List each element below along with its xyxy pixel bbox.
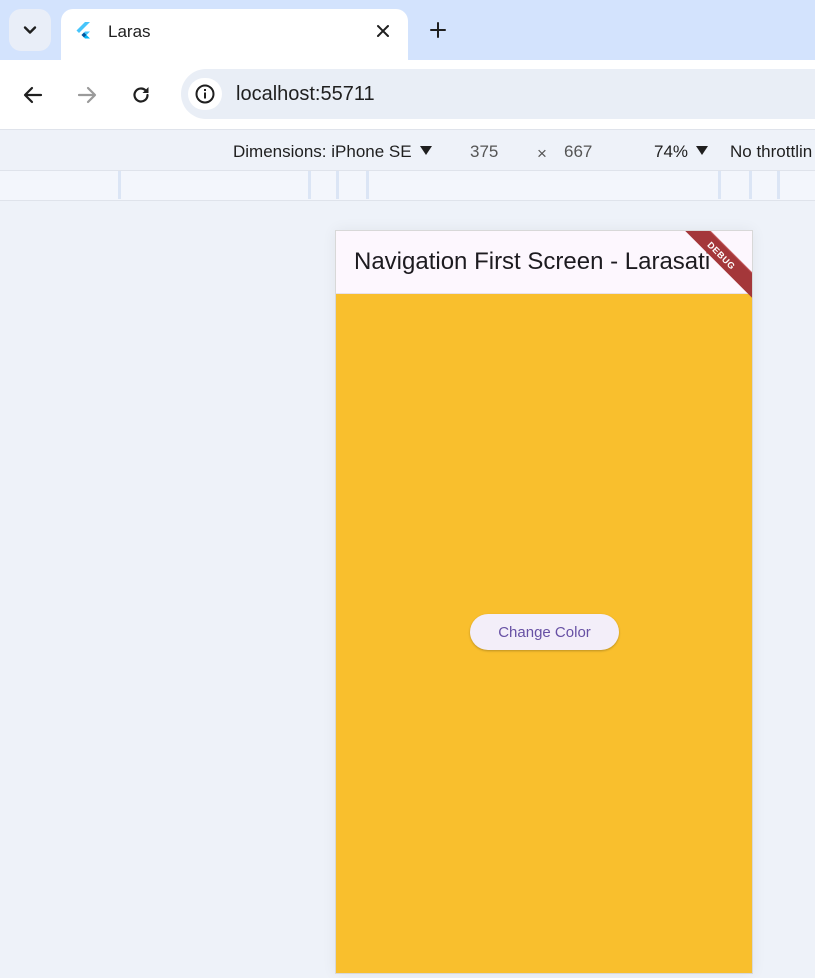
times-symbol: ×	[537, 144, 547, 163]
tab-search-button[interactable]	[9, 9, 51, 51]
ruler-divider[interactable]	[308, 171, 311, 199]
browser-tab[interactable]: Laras	[61, 9, 408, 60]
caret-down-icon	[696, 146, 709, 155]
new-tab-button[interactable]	[425, 17, 451, 43]
throttling-select[interactable]: No throttlin	[730, 142, 812, 162]
ruler-divider[interactable]	[749, 171, 752, 199]
reload-icon	[133, 87, 149, 103]
info-icon	[195, 84, 215, 104]
chevron-down-icon	[23, 26, 37, 34]
ruler-divider[interactable]	[336, 171, 339, 199]
device-width-input[interactable]: 375	[470, 142, 498, 162]
ruler-divider[interactable]	[777, 171, 780, 199]
tab-title: Laras	[108, 22, 151, 41]
arrow-left-icon	[23, 86, 43, 104]
back-button[interactable]	[18, 80, 48, 110]
ruler-divider[interactable]	[718, 171, 721, 199]
zoom-label: 74%	[654, 142, 689, 161]
zoom-select[interactable]: 74%	[654, 142, 709, 162]
app-bar: Navigation First Screen - Larasati	[336, 231, 752, 294]
reload-button[interactable]	[126, 80, 156, 110]
ruler-divider[interactable]	[118, 171, 121, 199]
device-toolbar: Dimensions: iPhone SE 375 × 667 74% No t…	[0, 131, 815, 171]
device-dimensions-select[interactable]: Dimensions: iPhone SE	[233, 142, 432, 162]
url-text[interactable]: localhost:55711	[236, 83, 375, 106]
device-viewport: Navigation First Screen - Larasati DEBUG…	[0, 201, 815, 978]
browser-toolbar: localhost:55711	[0, 60, 815, 130]
device-height-input[interactable]: 667	[564, 142, 592, 162]
flutter-app-screen: Navigation First Screen - Larasati DEBUG…	[335, 230, 753, 974]
app-bar-title: Navigation First Screen - Larasati	[354, 248, 711, 275]
plus-icon	[430, 22, 446, 38]
media-query-ruler	[0, 171, 815, 201]
arrow-right-icon	[77, 86, 97, 104]
address-bar[interactable]: localhost:55711	[181, 69, 815, 119]
tab-strip: Laras	[0, 0, 815, 60]
change-color-button[interactable]: Change Color	[470, 614, 619, 650]
device-dimensions-label: Dimensions: iPhone SE	[233, 142, 412, 161]
ruler-divider[interactable]	[366, 171, 369, 199]
caret-down-icon	[419, 146, 432, 155]
browser-window: Laras localhost:55711 Dimensions: iPhone…	[0, 0, 815, 978]
tab-close-button[interactable]	[372, 20, 394, 42]
site-info-button[interactable]	[188, 78, 222, 110]
flutter-icon	[76, 22, 90, 39]
forward-button[interactable]	[72, 80, 102, 110]
close-icon	[377, 25, 389, 37]
